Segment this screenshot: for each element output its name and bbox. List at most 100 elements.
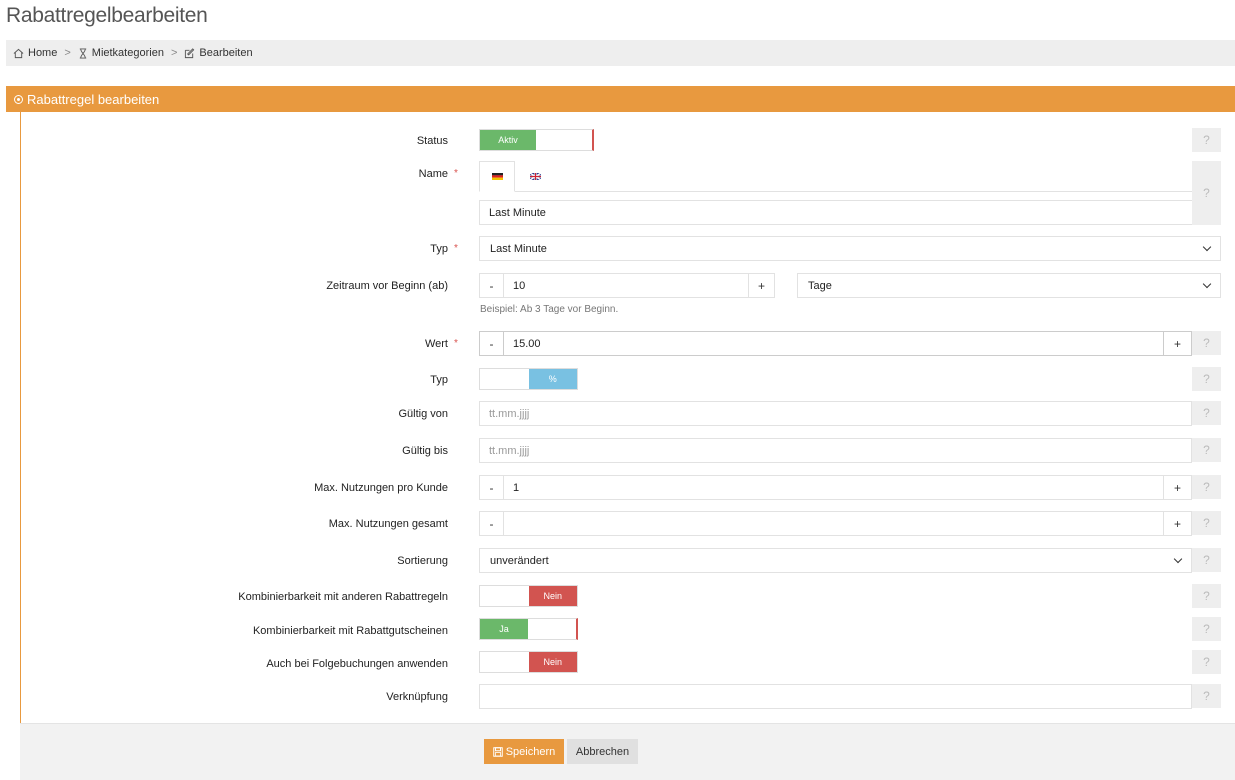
typ-select-value: Last Minute — [490, 242, 547, 255]
wert-decrement-button[interactable]: - — [480, 332, 503, 355]
folgebuchungen-toggle[interactable]: Nein — [479, 651, 578, 673]
verknuepfung-help-button[interactable]: ? — [1192, 684, 1221, 708]
name-help-button[interactable]: ? — [1192, 161, 1221, 225]
required-mark: * — [454, 168, 458, 179]
gueltig-von-label: Gültig von — [398, 408, 448, 420]
zeitraum-hint: Beispiel: Ab 3 Tage vor Beginn. — [480, 304, 619, 315]
typ-select[interactable]: Last Minute — [479, 236, 1221, 261]
home-icon — [13, 48, 24, 58]
verknuepfung-label: Verknüpfung — [386, 691, 448, 703]
sortierung-select[interactable]: unverändert — [479, 548, 1192, 573]
max-gesamt-stepper: - + — [479, 511, 1192, 536]
de-flag-icon — [491, 173, 503, 180]
required-mark: * — [454, 338, 458, 349]
wert-typ-label: Typ — [430, 374, 448, 386]
page-title: Rabattregelbearbeiten — [6, 4, 208, 27]
max-pro-kunde-help-button[interactable]: ? — [1192, 475, 1221, 499]
chevron-down-icon — [1202, 279, 1212, 289]
status-toggle-on: Aktiv — [480, 130, 536, 150]
max-pro-kunde-increment-button[interactable]: + — [1164, 476, 1191, 499]
max-pro-kunde-stepper: - 1 + — [479, 475, 1192, 500]
save-button[interactable]: Speichern — [484, 739, 564, 764]
kombi-gutschein-toggle-off — [528, 619, 576, 639]
wert-input[interactable]: 15.00 — [503, 332, 1164, 355]
max-gesamt-label: Max. Nutzungen gesamt — [328, 518, 448, 530]
panel-title: Rabattregel bearbeiten — [27, 91, 160, 107]
folgebuchungen-label: Auch bei Folgebuchungen anwenden — [266, 658, 448, 670]
wert-typ-toggle[interactable]: % — [479, 368, 578, 390]
max-gesamt-input[interactable] — [503, 512, 1164, 535]
wert-label: Wert — [424, 338, 448, 350]
gueltig-bis-help-button[interactable]: ? — [1192, 438, 1221, 462]
wert-stepper: - 15.00 + — [479, 331, 1192, 356]
breadcrumb-label-bearbeiten: Bearbeiten — [199, 47, 253, 59]
breadcrumb-separator: > — [170, 47, 178, 59]
max-gesamt-decrement-button[interactable]: - — [480, 512, 503, 535]
panel-header: Rabattregel bearbeiten — [6, 86, 1235, 112]
folgebuchungen-help-button[interactable]: ? — [1192, 650, 1221, 674]
breadcrumb: Home > Mietkategorien > Bearbeiten — [6, 40, 1235, 66]
gueltig-von-help-button[interactable]: ? — [1192, 401, 1221, 425]
status-toggle[interactable]: Aktiv — [479, 129, 594, 151]
max-gesamt-help-button[interactable]: ? — [1192, 511, 1221, 535]
breadcrumb-label-home: Home — [28, 47, 58, 59]
chevron-down-icon — [1202, 242, 1212, 252]
folgebuchungen-toggle-off — [480, 652, 529, 672]
panel-border — [20, 112, 21, 780]
wert-typ-help-button[interactable]: ? — [1192, 367, 1221, 391]
max-pro-kunde-input[interactable]: 1 — [503, 476, 1164, 499]
tab-language-de[interactable] — [479, 161, 515, 192]
chevron-down-icon — [1173, 554, 1183, 564]
gueltig-von-input[interactable]: tt.mm.jjjj — [479, 401, 1192, 426]
kombi-gutschein-label: Kombinierbarkeit mit Rabattgutscheinen — [252, 625, 448, 637]
zeitraum-stepper: - 10 + — [479, 273, 775, 298]
kombi-rabatt-toggle-value: Nein — [528, 586, 577, 606]
name-label: Name — [418, 168, 448, 180]
wert-increment-button[interactable]: + — [1164, 332, 1191, 355]
kombi-rabatt-help-button[interactable]: ? — [1192, 584, 1221, 608]
folgebuchungen-toggle-value: Nein — [528, 652, 577, 672]
language-tabs — [479, 161, 1192, 192]
edit-icon — [185, 47, 195, 58]
verknuepfung-input[interactable] — [479, 684, 1192, 709]
wert-typ-toggle-off — [480, 369, 529, 389]
zeitraum-unit-select[interactable]: Tage — [797, 273, 1221, 298]
tab-language-en[interactable] — [517, 161, 553, 192]
sortierung-select-value: unverändert — [490, 554, 549, 567]
gueltig-bis-input[interactable]: tt.mm.jjjj — [479, 438, 1192, 463]
breadcrumb-home[interactable]: Home — [13, 47, 57, 59]
zeitraum-input[interactable]: 10 — [503, 274, 749, 297]
max-pro-kunde-decrement-button[interactable]: - — [480, 476, 503, 499]
kombi-gutschein-toggle-value: Ja — [480, 619, 528, 639]
save-icon — [492, 746, 503, 757]
breadcrumb-label-mietkategorien: Mietkategorien — [91, 47, 164, 59]
name-input[interactable]: Last Minute — [479, 200, 1193, 225]
required-mark: * — [454, 243, 458, 254]
gueltig-bis-label: Gültig bis — [402, 445, 448, 457]
status-help-button[interactable]: ? — [1192, 128, 1221, 152]
cancel-button[interactable]: Abbrechen — [567, 739, 638, 764]
zeitraum-increment-button[interactable]: + — [749, 274, 774, 297]
zeitraum-decrement-button[interactable]: - — [480, 274, 503, 297]
sortierung-label: Sortierung — [397, 555, 448, 567]
circle-dot-icon — [14, 94, 23, 104]
max-gesamt-increment-button[interactable]: + — [1164, 512, 1191, 535]
wert-typ-toggle-on: % — [528, 369, 577, 389]
kombi-rabatt-toggle-off — [480, 586, 529, 606]
sortierung-help-button[interactable]: ? — [1192, 548, 1221, 572]
zeitraum-label: Zeitraum vor Beginn (ab) — [326, 280, 448, 292]
breadcrumb-separator: > — [64, 47, 71, 59]
breadcrumb-mietkategorien[interactable]: Mietkategorien — [78, 47, 164, 59]
save-button-label: Speichern — [505, 745, 556, 758]
wert-help-button[interactable]: ? — [1192, 331, 1221, 355]
kombi-rabatt-toggle[interactable]: Nein — [479, 585, 578, 607]
kombi-rabatt-label: Kombinierbarkeit mit anderen Rabattregel… — [238, 591, 448, 603]
max-pro-kunde-label: Max. Nutzungen pro Kunde — [314, 482, 448, 494]
hourglass-icon — [79, 47, 86, 59]
breadcrumb-bearbeiten: Bearbeiten — [184, 47, 253, 59]
kombi-gutschein-toggle[interactable]: Ja — [479, 618, 578, 640]
status-label: Status — [416, 135, 448, 147]
kombi-gutschein-help-button[interactable]: ? — [1192, 617, 1221, 641]
gb-flag-icon — [529, 173, 541, 180]
typ-label: Typ — [430, 243, 448, 255]
